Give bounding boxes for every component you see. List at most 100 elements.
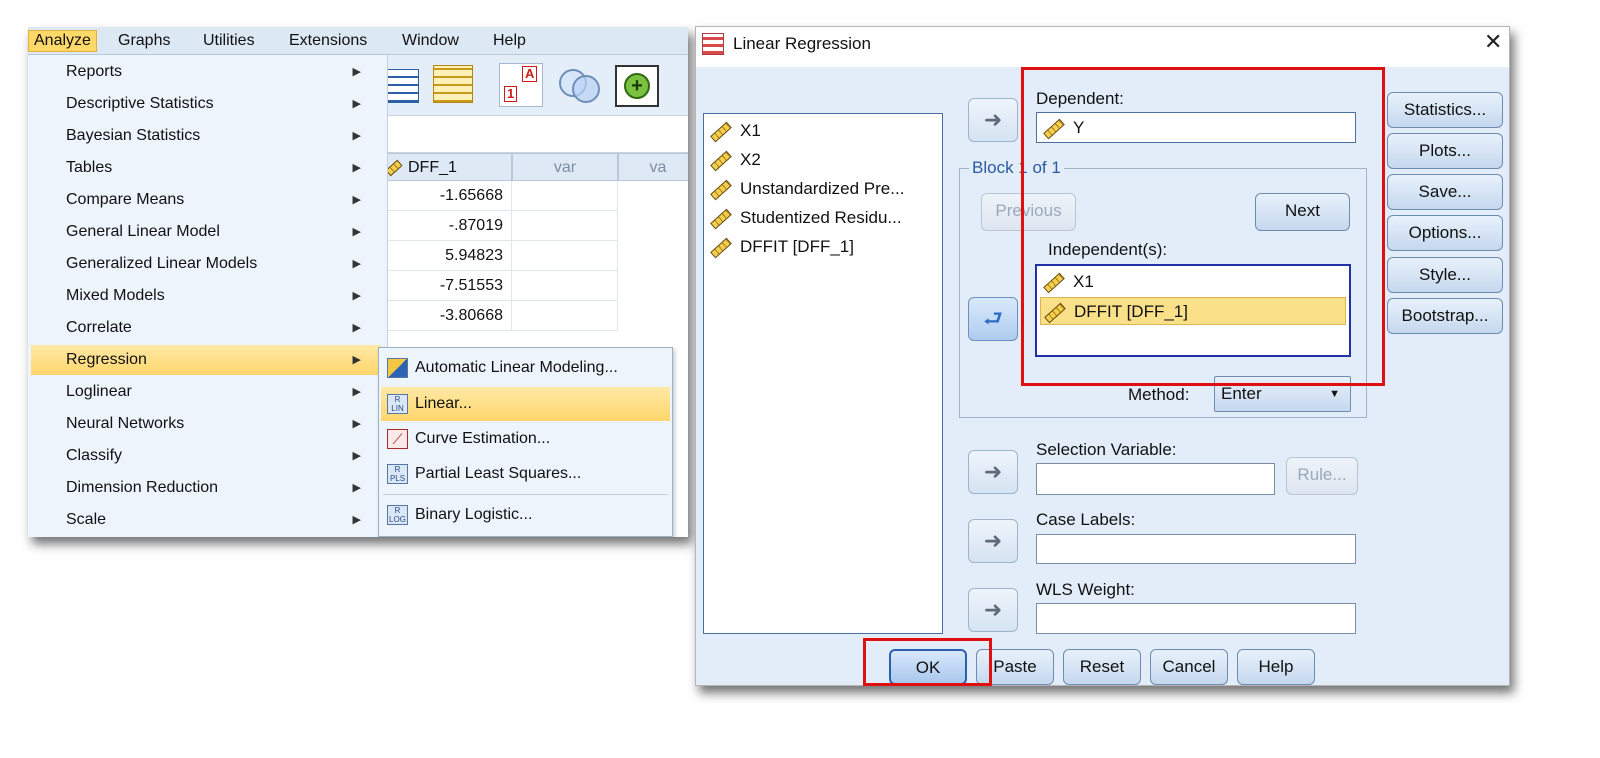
menu-extensions[interactable]: Extensions bbox=[284, 30, 372, 52]
case-labels-field[interactable] bbox=[1036, 534, 1356, 564]
grid-icon[interactable] bbox=[383, 69, 419, 103]
data-cell[interactable]: -3.80668 bbox=[381, 301, 512, 331]
source-variable-unstandardized-pred[interactable]: Unstandardized Pre... bbox=[710, 175, 904, 203]
menu-utilities[interactable]: Utilities bbox=[198, 30, 260, 52]
value-labels-icon[interactable]: A 1 bbox=[499, 63, 543, 107]
data-cell[interactable]: -.87019 bbox=[381, 211, 512, 241]
menu-window[interactable]: Window bbox=[397, 30, 464, 52]
analyze-menu: Reports ▶ Descriptive Statistics ▶ Bayesia… bbox=[28, 55, 388, 537]
linear-regression-icon: R LIN bbox=[387, 394, 408, 414]
source-variable-list[interactable]: X1 X2 Unstandardized Pre... Studentized … bbox=[703, 113, 943, 634]
toolbar: A 1 + bbox=[381, 55, 688, 115]
submenu-arrow-icon: ▶ bbox=[352, 322, 361, 334]
move-to-wls-weight-button[interactable]: ➜ bbox=[968, 588, 1018, 632]
arrow-left-icon: ⮐ bbox=[983, 306, 1003, 331]
menu-item-bayesian-statistics[interactable]: Bayesian Statistics ▶ bbox=[31, 121, 381, 151]
venn-icon[interactable] bbox=[559, 67, 603, 105]
column-header-var-2[interactable]: va bbox=[618, 153, 688, 181]
menu-item-dimension-reduction[interactable]: Dimension Reduction ▶ bbox=[31, 473, 381, 503]
column-header-dff1[interactable]: DFF_1 bbox=[381, 153, 512, 181]
submenu-arrow-icon: ▶ bbox=[352, 450, 361, 462]
menu-item-regression[interactable]: Regression ▶ bbox=[31, 345, 381, 375]
submenu-arrow-icon: ▶ bbox=[352, 482, 361, 494]
submenu-arrow-icon: ▶ bbox=[352, 130, 361, 142]
menubar: Analyze Graphs Utilities Extensions Wind… bbox=[28, 27, 688, 55]
menu-item-tables[interactable]: Tables ▶ bbox=[31, 153, 381, 183]
submenu-item-automatic-linear-modeling[interactable]: Automatic Linear Modeling... bbox=[381, 351, 670, 385]
submenu-arrow-icon: ▶ bbox=[352, 194, 361, 206]
add-icon[interactable]: + bbox=[615, 65, 659, 107]
menu-item-reports[interactable]: Reports ▶ bbox=[31, 57, 381, 87]
data-cell-empty[interactable] bbox=[512, 181, 618, 211]
dialog-title: Linear Regression bbox=[733, 34, 871, 53]
method-label: Method: bbox=[1128, 385, 1190, 404]
options-button[interactable]: Options... bbox=[1387, 215, 1503, 251]
move-to-case-labels-button[interactable]: ➜ bbox=[968, 519, 1018, 563]
highlight-box-variables bbox=[1021, 67, 1385, 386]
arrow-right-icon: ➜ bbox=[983, 107, 1003, 132]
save-button[interactable]: Save... bbox=[1387, 174, 1503, 210]
move-to-dependent-button[interactable]: ➜ bbox=[968, 98, 1018, 142]
data-grid: DFF_1 var va -1.65668 -.87019 5.94823 -7… bbox=[381, 153, 688, 353]
cancel-button[interactable]: Cancel bbox=[1150, 649, 1228, 685]
source-variable-dffit[interactable]: DFFIT [DFF_1] bbox=[710, 233, 854, 261]
rule-button[interactable]: Rule... bbox=[1286, 457, 1358, 495]
menu-analyze[interactable]: Analyze bbox=[28, 30, 97, 52]
spss-data-editor-window: Analyze Graphs Utilities Extensions Wind… bbox=[28, 27, 688, 537]
wls-weight-field[interactable] bbox=[1036, 603, 1356, 634]
menu-item-loglinear[interactable]: Loglinear ▶ bbox=[31, 377, 381, 407]
data-cell[interactable]: -7.51553 bbox=[381, 271, 512, 301]
selection-variable-field[interactable] bbox=[1036, 463, 1275, 495]
move-to-selection-variable-button[interactable]: ➜ bbox=[968, 450, 1018, 494]
menu-graphs[interactable]: Graphs bbox=[113, 30, 175, 52]
source-variable-x1[interactable]: X1 bbox=[710, 117, 761, 145]
submenu-arrow-icon: ▶ bbox=[352, 514, 361, 526]
source-variable-studentized-resid[interactable]: Studentized Residu... bbox=[710, 204, 902, 232]
highlight-box-ok bbox=[863, 638, 992, 686]
submenu-arrow-icon: ▶ bbox=[352, 258, 361, 270]
selection-variable-label: Selection Variable: bbox=[1036, 440, 1177, 459]
submenu-item-curve-estimation[interactable]: ⟋ Curve Estimation... bbox=[381, 422, 670, 456]
menu-item-scale[interactable]: Scale ▶ bbox=[31, 505, 381, 535]
help-button[interactable]: Help bbox=[1237, 649, 1315, 685]
submenu-arrow-icon: ▶ bbox=[352, 98, 361, 110]
data-cell[interactable]: -1.65668 bbox=[381, 181, 512, 211]
submenu-item-partial-least-squares[interactable]: R PLS Partial Least Squares... bbox=[381, 457, 670, 491]
cell-editor-strip[interactable] bbox=[381, 115, 688, 153]
menu-item-descriptive-statistics[interactable]: Descriptive Statistics ▶ bbox=[31, 89, 381, 119]
partial-least-squares-icon: R PLS bbox=[387, 464, 408, 484]
curve-estimation-icon: ⟋ bbox=[387, 429, 408, 449]
data-cell-empty[interactable] bbox=[512, 241, 618, 271]
close-icon[interactable]: ✕ bbox=[1484, 29, 1502, 55]
menu-item-classify[interactable]: Classify ▶ bbox=[31, 441, 381, 471]
style-button[interactable]: Style... bbox=[1387, 257, 1503, 293]
case-labels-label: Case Labels: bbox=[1036, 510, 1136, 529]
menu-item-compare-means[interactable]: Compare Means ▶ bbox=[31, 185, 381, 215]
menu-item-general-linear-model[interactable]: General Linear Model ▶ bbox=[31, 217, 381, 247]
menu-item-generalized-linear-models[interactable]: Generalized Linear Models ▶ bbox=[31, 249, 381, 279]
source-variable-x2[interactable]: X2 bbox=[710, 146, 761, 174]
wls-weight-label: WLS Weight: bbox=[1036, 580, 1135, 599]
spss-dialog-icon bbox=[702, 33, 724, 55]
submenu-arrow-icon: ▶ bbox=[352, 66, 361, 78]
submenu-item-binary-logistic[interactable]: R LOG Binary Logistic... bbox=[381, 498, 670, 532]
submenu-item-linear[interactable]: R LIN Linear... bbox=[381, 387, 670, 421]
menu-help[interactable]: Help bbox=[488, 30, 531, 52]
menu-item-correlate[interactable]: Correlate ▶ bbox=[31, 313, 381, 343]
submenu-arrow-icon: ▶ bbox=[352, 418, 361, 430]
plots-button[interactable]: Plots... bbox=[1387, 133, 1503, 169]
data-cell-empty[interactable] bbox=[512, 271, 618, 301]
column-header-var[interactable]: var bbox=[512, 153, 618, 181]
data-cell-empty[interactable] bbox=[512, 301, 618, 331]
reset-button[interactable]: Reset bbox=[1063, 649, 1141, 685]
data-cell-empty[interactable] bbox=[512, 211, 618, 241]
menu-item-mixed-models[interactable]: Mixed Models ▶ bbox=[31, 281, 381, 311]
submenu-arrow-icon: ▶ bbox=[352, 290, 361, 302]
automatic-linear-modeling-icon bbox=[387, 358, 408, 378]
table-icon[interactable] bbox=[433, 65, 473, 103]
statistics-button[interactable]: Statistics... bbox=[1387, 92, 1503, 128]
bootstrap-button[interactable]: Bootstrap... bbox=[1387, 298, 1503, 334]
data-cell[interactable]: 5.94823 bbox=[381, 241, 512, 271]
menu-item-neural-networks[interactable]: Neural Networks ▶ bbox=[31, 409, 381, 439]
move-to-independents-button[interactable]: ⮐ bbox=[968, 297, 1018, 341]
